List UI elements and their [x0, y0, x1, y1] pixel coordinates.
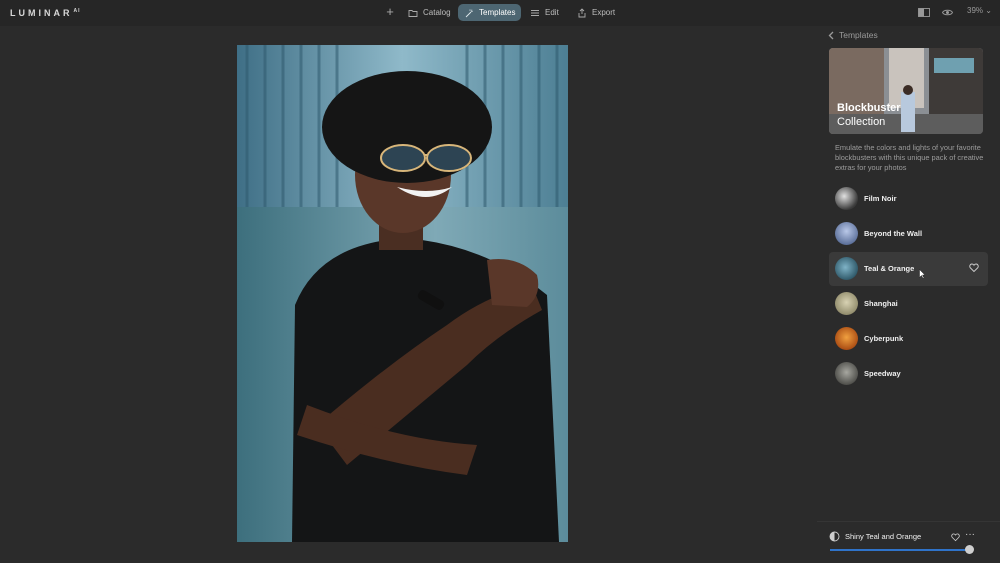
template-name: Shanghai [864, 299, 898, 308]
magic-wand-icon [465, 8, 473, 17]
template-thumbnail [835, 222, 858, 245]
add-button[interactable]: + [384, 5, 396, 19]
tab-export-label: Export [592, 8, 616, 17]
tab-templates-label: Templates [479, 8, 516, 17]
applied-template-icon [829, 531, 840, 542]
tab-catalog-label: Catalog [423, 8, 451, 17]
share-icon [578, 7, 586, 17]
applied-template-name: Shiny Teal and Orange [845, 532, 922, 541]
heart-icon[interactable] [951, 533, 960, 542]
folder-icon [408, 9, 418, 17]
tab-catalog[interactable]: Catalog [402, 4, 457, 21]
sliders-icon [531, 9, 539, 16]
zoom-dropdown[interactable]: 39% ⌄ [967, 6, 992, 15]
compare-icon[interactable] [918, 8, 930, 17]
cursor-icon [919, 269, 926, 279]
template-item-film-noir[interactable]: Film Noir [829, 182, 988, 216]
back-label: Templates [839, 30, 878, 40]
template-item-beyond-the-wall[interactable]: Beyond the Wall [829, 217, 988, 251]
template-name: Film Noir [864, 194, 897, 203]
template-item-teal-orange[interactable]: Teal & Orange [829, 252, 988, 286]
chevron-left-icon [828, 31, 834, 39]
back-to-templates[interactable]: Templates [828, 30, 878, 40]
banner-subtitle: Collection [837, 116, 886, 128]
heart-icon[interactable] [969, 263, 979, 273]
photo-preview[interactable] [237, 45, 568, 542]
app-logo: LUMINARAI [10, 8, 81, 18]
panel-divider [817, 521, 1000, 522]
template-name: Teal & Orange [864, 264, 915, 273]
logo-text: LUMINAR [10, 8, 73, 18]
template-name: Speedway [864, 369, 901, 378]
banner-title: Blockbuster [837, 102, 901, 114]
template-thumbnail [835, 257, 858, 280]
eye-icon[interactable] [942, 8, 953, 17]
tab-export[interactable]: Export [571, 4, 621, 21]
template-thumbnail [835, 327, 858, 350]
logo-superscript: AI [73, 8, 81, 14]
tab-edit[interactable]: Edit [524, 4, 565, 21]
template-thumbnail [835, 187, 858, 210]
chevron-down-icon: ⌄ [985, 6, 992, 15]
portrait-photo [237, 45, 568, 542]
applied-template: Shiny Teal and Orange [829, 531, 921, 542]
top-toolbar: LUMINARAI + Catalog Templates Edit Expor… [0, 0, 1000, 26]
template-name: Cyberpunk [864, 334, 904, 343]
amount-slider-track[interactable] [830, 549, 971, 551]
template-thumbnail [835, 362, 858, 385]
template-thumbnail [835, 292, 858, 315]
amount-slider-handle[interactable] [965, 545, 974, 554]
ellipsis-icon[interactable]: ··· [965, 530, 975, 540]
template-name: Beyond the Wall [864, 229, 923, 238]
template-item-shanghai[interactable]: Shanghai [829, 287, 988, 321]
template-item-speedway[interactable]: Speedway [829, 357, 988, 391]
zoom-value: 39% [967, 6, 984, 15]
collection-banner: Blockbuster Collection [829, 48, 983, 134]
template-item-cyberpunk[interactable]: Cyberpunk [829, 322, 988, 356]
tab-edit-label: Edit [545, 8, 559, 17]
collection-description: Emulate the colors and lights of your fa… [835, 143, 984, 172]
tab-templates[interactable]: Templates [458, 4, 522, 21]
